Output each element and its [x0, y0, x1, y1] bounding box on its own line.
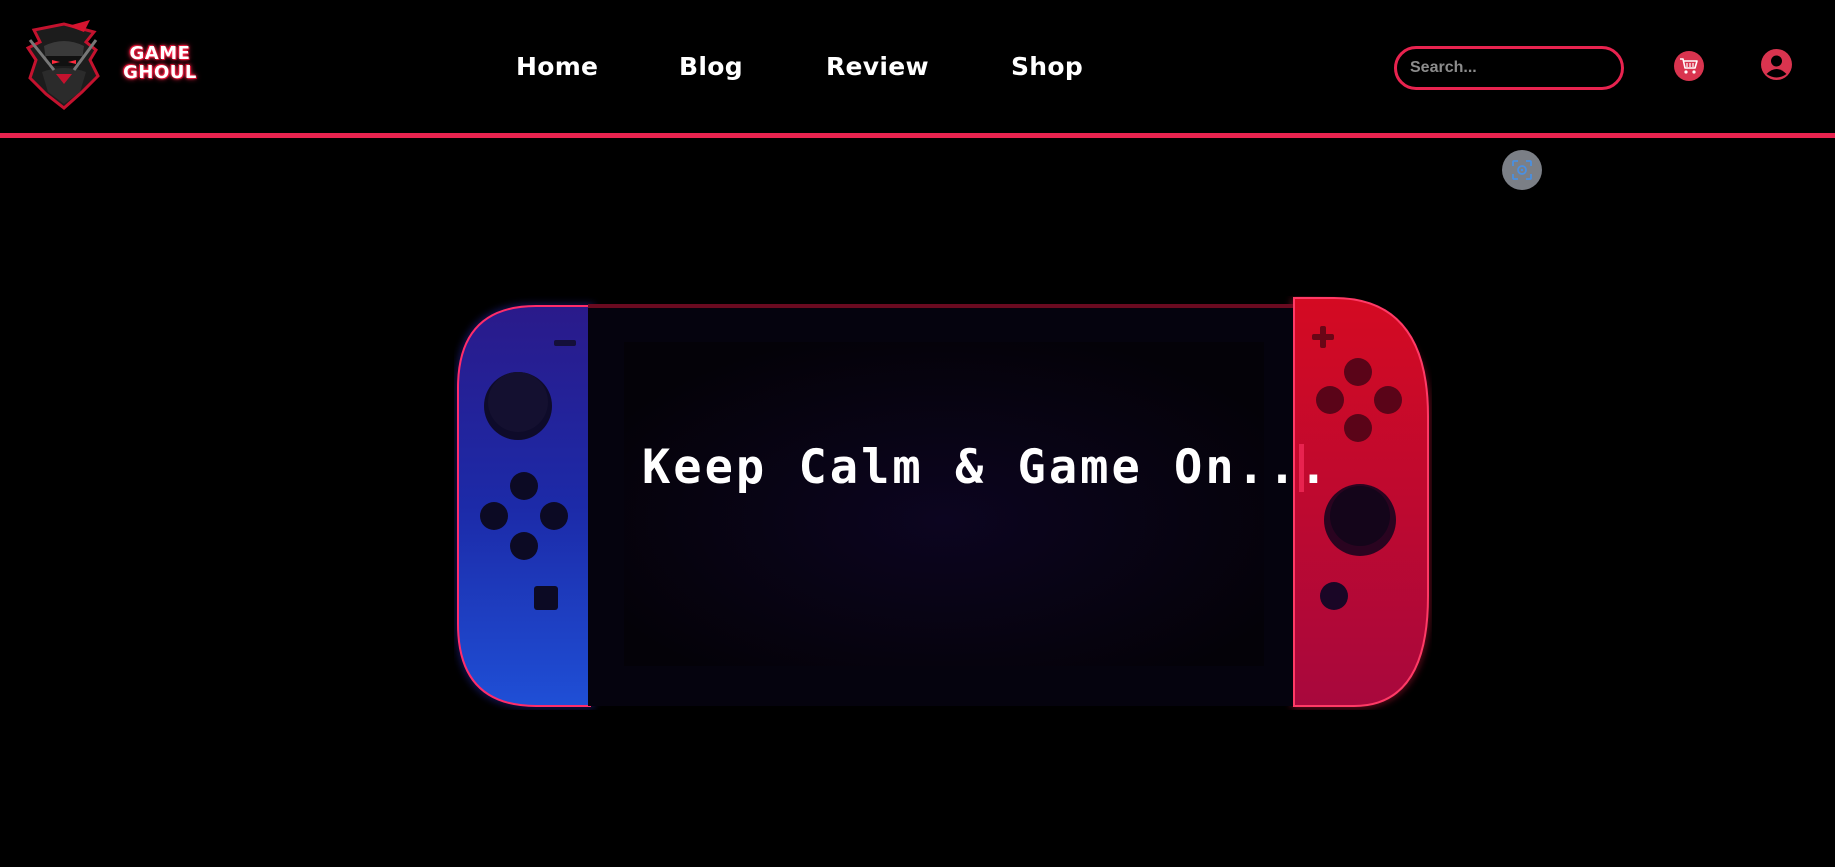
site-header: GAME GHOUL Home Blog Review Shop [0, 0, 1835, 138]
brand-line1: GAME [129, 43, 191, 64]
hero-headline: Keep Calm & Game On... [642, 440, 1331, 495]
hero-console-image [454, 296, 1432, 710]
image-search-icon[interactable] [1502, 150, 1542, 190]
nav-home[interactable]: Home [516, 52, 598, 81]
search-input[interactable] [1394, 46, 1624, 90]
nav-review[interactable]: Review [826, 52, 929, 81]
cart-icon[interactable] [1674, 51, 1704, 81]
brand-line2: GHOUL [123, 62, 197, 83]
brand-logo-text[interactable]: GAME GHOUL [118, 44, 202, 82]
nav-blog[interactable]: Blog [679, 52, 743, 81]
ninja-mascot-icon[interactable] [24, 20, 102, 112]
nav-shop[interactable]: Shop [1011, 52, 1083, 81]
typing-caret [1299, 444, 1304, 492]
user-icon[interactable] [1761, 49, 1792, 80]
